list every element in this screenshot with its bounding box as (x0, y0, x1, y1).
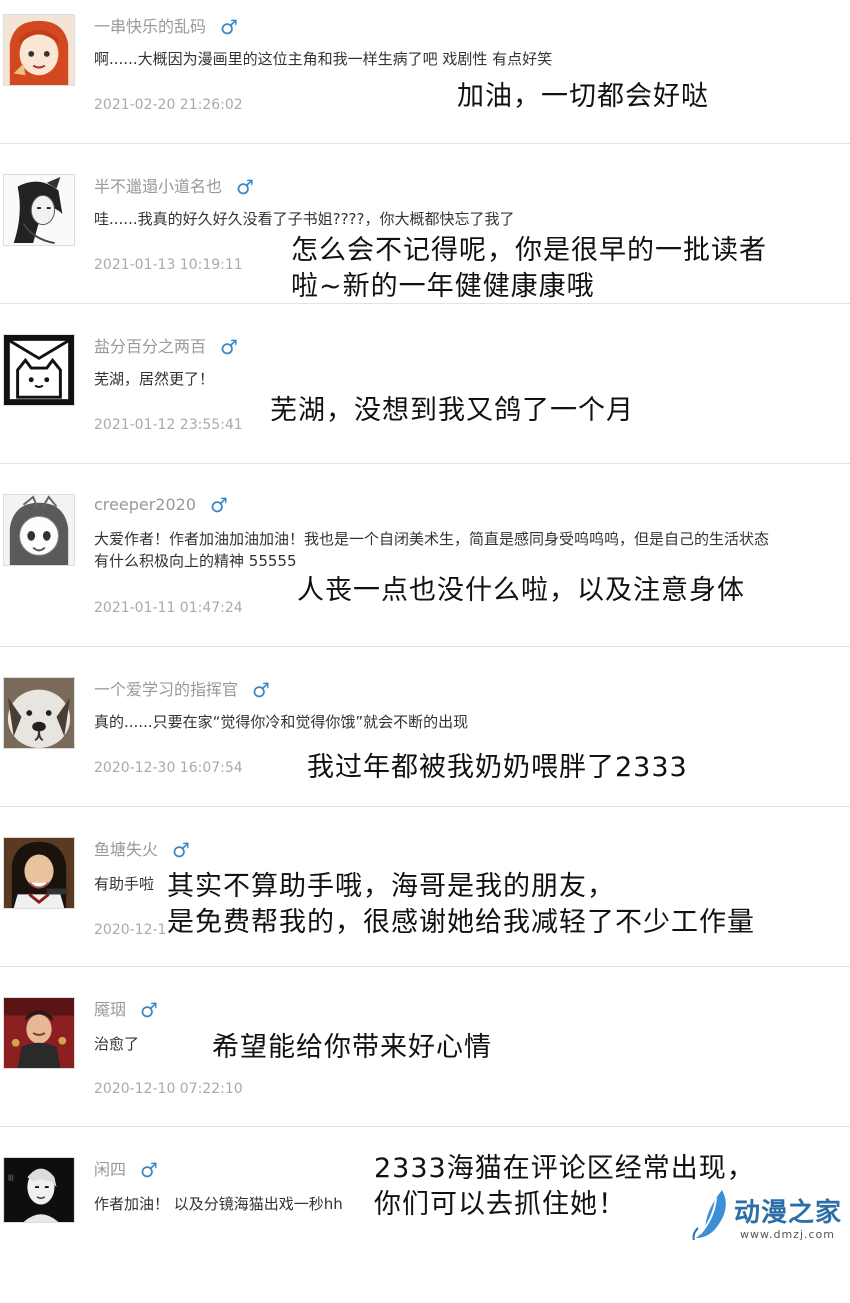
avatar[interactable] (3, 997, 75, 1069)
avatar[interactable] (3, 837, 75, 909)
username[interactable]: 半不邋遢小道名也 ♂ (94, 173, 254, 199)
username[interactable]: 魇珚 ♂ (94, 996, 158, 1022)
author-reply: 芜湖，没想到我又鸽了一个月 (270, 395, 634, 426)
comment-text: 芜湖，居然更了！ (94, 370, 215, 388)
watermark-name: 动漫之家 (734, 1198, 843, 1228)
comment-item: creeper2020 ♂ 大爱作者！作者加油加油加油！我也是一个自闭美术生，简直… (0, 480, 850, 640)
comment-item: 盐分百分之两百 ♂ 芜湖，居然更了！ 2021-01-12 23:55:41 芜湖… (0, 320, 850, 480)
comment-item: 一串快乐的乱码 ♂ 啊......大概因为漫画里的这位主角和我一样生病了吧 戏剧性… (0, 0, 850, 160)
timestamp: 2020-12-10 07:22:10 (94, 1081, 243, 1097)
male-icon: ♂ (220, 15, 238, 39)
author-reply: 其实不算助手哦，海哥是我的朋友， 是免费帮我的，很感谢她给我减轻了不少工作量 (167, 869, 755, 941)
comment-item: 一个爱学习的指挥官 ♂ 真的......只要在家“觉得你冷和觉得你饿”就会不断的出… (0, 663, 850, 823)
avatar[interactable] (3, 677, 75, 749)
author-reply: 我过年都被我奶奶喂胖了2333 (307, 752, 688, 783)
divider (0, 806, 850, 807)
timestamp: 2021-01-12 23:55:41 (94, 417, 243, 433)
avatar[interactable] (3, 174, 75, 246)
comment-text: 哇......我真的好久好久没看了子书姐????，你大概都快忘了我了 (94, 210, 515, 228)
author-reply: 人丧一点也没什么啦，以及注意身体 (297, 575, 745, 606)
male-icon: ♂ (220, 335, 238, 359)
svg-text:|||: ||| (8, 1175, 14, 1181)
watermark-url: www.dmzj.com (740, 1228, 835, 1241)
comment-text: 真的......只要在家“觉得你冷和觉得你饿”就会不断的出现 (94, 713, 469, 731)
comment-list: 一串快乐的乱码 ♂ 啊......大概因为漫画里的这位主角和我一样生病了吧 戏剧性… (0, 0, 850, 1250)
author-reply: 怎么会不记得呢，你是很早的一批读者 啦~新的一年健健康康哦 (291, 235, 767, 302)
divider (0, 303, 850, 304)
timestamp: 2020-12-30 16:07:54 (94, 760, 243, 776)
comment-item: 鱼塘失火 ♂ 有助手啦 2020-12-1 其实不算助手哦，海哥是我的朋友， 是免费… (0, 823, 850, 983)
timestamp: 2021-01-13 10:19:11 (94, 257, 243, 273)
comment-text: 作者加油！ 以及分镜海猫出戏一秒hh (94, 1195, 343, 1213)
watermark-logo: 动漫之家 www.dmzj.com (690, 1184, 850, 1250)
male-icon: ♂ (252, 678, 270, 702)
divider (0, 646, 850, 647)
comment-text: 大爱作者！作者加油加油加油！我也是一个自闭美术生，简直是感同身受呜呜呜，但是自己… (94, 530, 770, 570)
avatar[interactable]: ||| (3, 1157, 75, 1223)
timestamp: 2021-02-20 21:26:02 (94, 97, 243, 113)
username[interactable]: 鱼塘失火 ♂ (94, 836, 190, 862)
username[interactable]: 一串快乐的乱码 ♂ (94, 13, 238, 39)
author-reply: 希望能给你带来好心情 (212, 1032, 492, 1063)
timestamp: 2021-01-11 01:47:24 (94, 600, 243, 616)
male-icon: ♂ (140, 998, 158, 1022)
username[interactable]: 一个爱学习的指挥官 ♂ (94, 676, 270, 702)
divider (0, 966, 850, 967)
male-icon: ♂ (236, 175, 254, 199)
divider (0, 463, 850, 464)
male-icon: ♂ (172, 838, 190, 862)
author-reply: 加油，一切都会好哒 (457, 81, 709, 112)
divider (0, 1126, 850, 1127)
avatar[interactable] (3, 14, 75, 86)
divider (0, 143, 850, 144)
avatar[interactable] (3, 494, 75, 566)
username[interactable]: 盐分百分之两百 ♂ (94, 333, 238, 359)
feather-icon (692, 1190, 726, 1240)
username[interactable]: creeper2020 ♂ (94, 493, 228, 517)
comment-item: 半不邋遢小道名也 ♂ 哇......我真的好久好久没看了子书姐????，你大概都快… (0, 160, 850, 320)
comment-item: 魇珚 ♂ 治愈了 2020-12-10 07:22:10 希望能给你带来好心情 (0, 983, 850, 1143)
username[interactable]: 闲四 ♂ (94, 1156, 158, 1182)
comment-text: 啊......大概因为漫画里的这位主角和我一样生病了吧 戏剧性 有点好笑 (94, 50, 553, 68)
avatar[interactable] (3, 334, 75, 406)
timestamp: 2020-12-1 (94, 922, 167, 938)
male-icon: ♂ (140, 1158, 158, 1182)
male-icon: ♂ (210, 493, 228, 517)
